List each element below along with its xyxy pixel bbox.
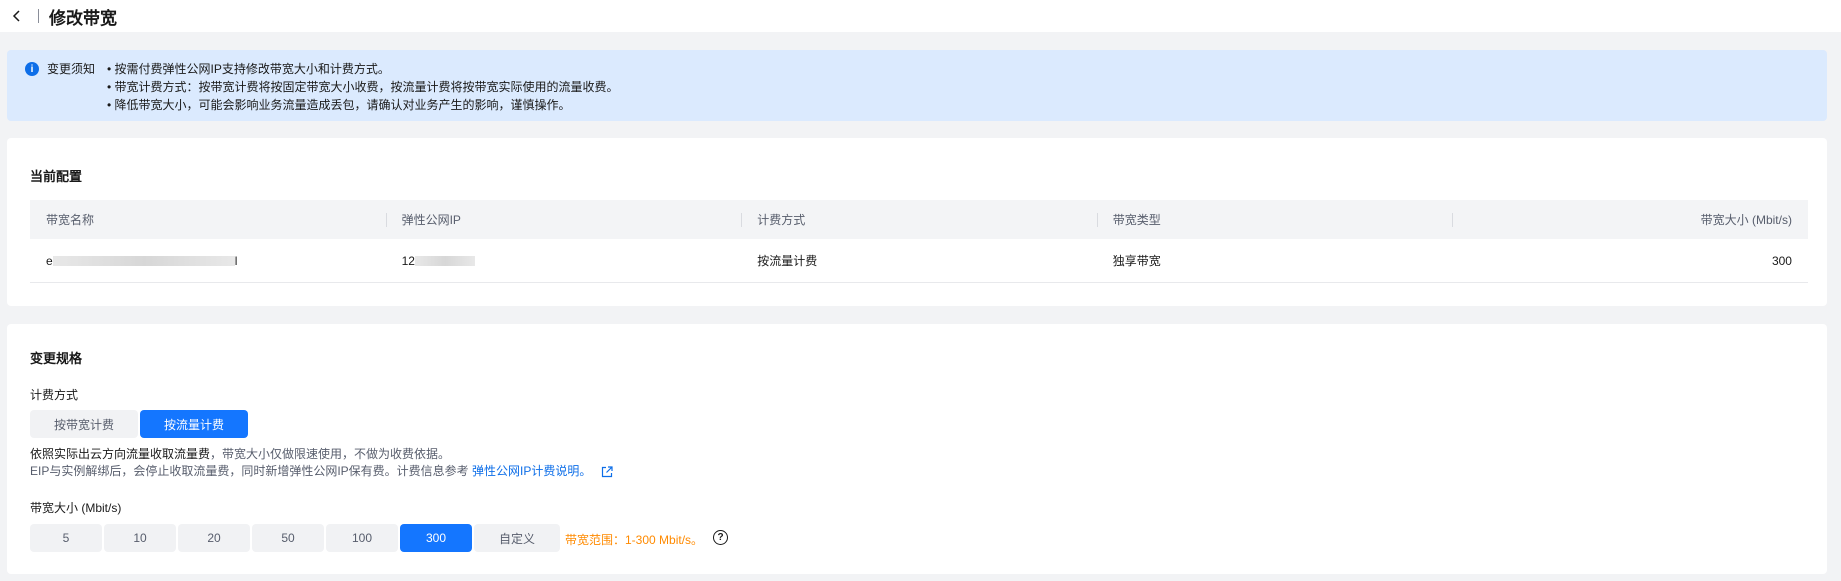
bandwidth-option-5[interactable]: 5: [30, 524, 102, 552]
change-spec-title: 变更规格: [30, 351, 83, 366]
notice-item: 降低带宽大小，可能会影响业务流量造成丢包，请确认对业务产生的影响，谨慎操作。: [107, 96, 619, 114]
page-header: 修改带宽: [0, 0, 1841, 32]
notice-item: 带宽计费方式：按带宽计费将按固定带宽大小收费，按流量计费将按带宽实际使用的流量收…: [107, 78, 619, 96]
bandwidth-size-selector: 5 10 20 50 100 300 自定义: [30, 524, 560, 552]
bandwidth-option-100[interactable]: 100: [326, 524, 398, 552]
cell-size: 300: [1771, 253, 1792, 268]
change-spec-card: 变更规格 计费方式 按带宽计费 按流量计费 依照实际出云方向流量收取流量费，带宽…: [7, 324, 1827, 574]
notice-list: 按需付费弹性公网IP支持修改带宽大小和计费方式。 带宽计费方式：按带宽计费将按固…: [107, 60, 619, 121]
current-config-title: 当前配置: [30, 169, 83, 184]
billing-description-line2: EIP与实例解绑后，会停止收取流量费，同时新增弹性公网IP保有费。计费信息参考: [30, 464, 469, 478]
bandwidth-name-prefix: e: [46, 253, 53, 268]
billing-by-traffic-button[interactable]: 按流量计费: [140, 410, 248, 438]
bandwidth-option-50[interactable]: 50: [252, 524, 324, 552]
bandwidth-option-10[interactable]: 10: [104, 524, 176, 552]
column-header-billing: 计费方式: [741, 211, 1097, 228]
table-header: 带宽名称 弹性公网IP 计费方式 带宽类型 带宽大小 (Mbit/s): [30, 200, 1808, 239]
billing-by-bandwidth-button[interactable]: 按带宽计费: [30, 410, 138, 438]
bandwidth-name-suffix: l: [234, 253, 238, 268]
cell-eip: 12: [386, 254, 742, 268]
bandwidth-size-label: 带宽大小 (Mbit/s): [30, 501, 122, 515]
billing-mode-label: 计费方式: [30, 388, 79, 402]
billing-description-strong: 依照实际出云方向流量收取流量费: [30, 447, 211, 461]
chevron-left-icon: [12, 10, 20, 22]
change-notice: i 变更须知 按需付费弹性公网IP支持修改带宽大小和计费方式。 带宽计费方式：按…: [7, 50, 1827, 121]
info-icon: i: [25, 62, 39, 76]
column-header-name: 带宽名称: [46, 213, 95, 227]
column-header-type: 带宽类型: [1096, 211, 1453, 228]
bandwidth-option-300[interactable]: 300: [400, 524, 472, 552]
notice-item: 按需付费弹性公网IP支持修改带宽大小和计费方式。: [107, 60, 619, 78]
current-config-card: 当前配置 带宽名称 弹性公网IP 计费方式 带宽类型 带宽大小 (Mbit/s)…: [7, 138, 1827, 306]
bandwidth-option-20[interactable]: 20: [178, 524, 250, 552]
external-link-icon[interactable]: [601, 466, 613, 478]
bandwidth-range-text: 带宽范围：1-300 Mbit/s。: [565, 533, 704, 547]
help-icon[interactable]: ?: [713, 530, 728, 545]
header-divider: [38, 9, 39, 23]
column-header-eip: 弹性公网IP: [385, 211, 742, 228]
billing-description: 依照实际出云方向流量收取流量费，带宽大小仅做限速使用，不做为收费依据。 EIP与…: [30, 446, 613, 480]
table-row: e l 12 按流量计费 独享带宽 300: [30, 239, 1808, 283]
eip-billing-link[interactable]: 弹性公网IP计费说明。: [472, 464, 591, 478]
bandwidth-option-custom[interactable]: 自定义: [474, 524, 560, 552]
cell-billing: 按流量计费: [757, 254, 818, 268]
page-title: 修改带宽: [49, 8, 117, 28]
current-config-table: 带宽名称 弹性公网IP 计费方式 带宽类型 带宽大小 (Mbit/s) e l …: [30, 200, 1808, 283]
billing-description-rest: ，带宽大小仅做限速使用，不做为收费依据。: [210, 447, 451, 461]
notice-title: 变更须知: [47, 62, 96, 76]
cell-bandwidth-name: e l: [30, 254, 386, 268]
cell-type: 独享带宽: [1112, 254, 1161, 268]
redacted-mask: [52, 255, 235, 266]
eip-prefix: 12: [401, 253, 415, 268]
billing-mode-selector: 按带宽计费 按流量计费: [30, 410, 248, 438]
column-header-size: 带宽大小 (Mbit/s): [1452, 211, 1808, 228]
redacted-mask: [414, 255, 475, 266]
back-button[interactable]: [4, 3, 30, 29]
